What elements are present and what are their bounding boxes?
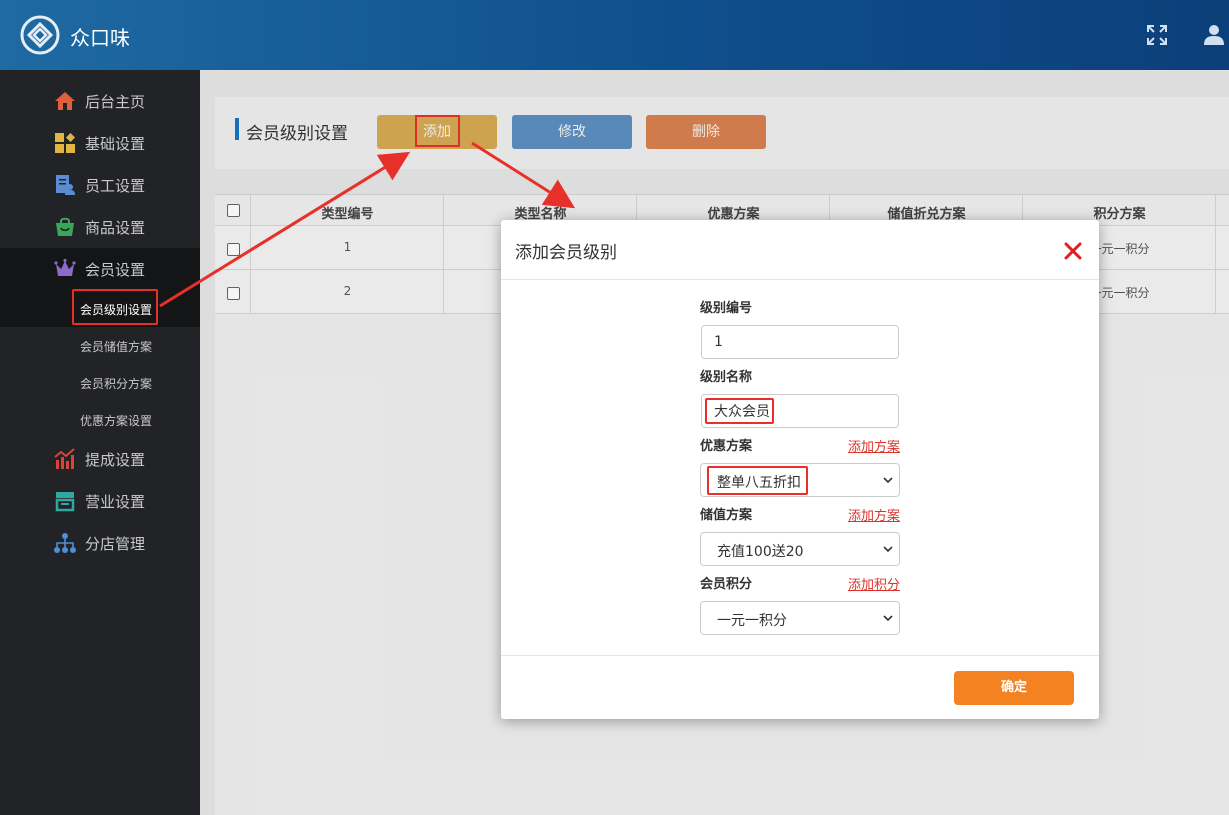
submenu-member-storage[interactable]: 会员储值方案 <box>0 327 200 364</box>
sidebar-item-label: 商品设置 <box>85 219 146 237</box>
sidebar-item-staff[interactable]: 员工设置 <box>0 164 200 206</box>
dialog-title: 添加会员级别 <box>515 243 617 263</box>
sidebar-item-basic-settings[interactable]: 基础设置 <box>0 122 200 164</box>
user-icon[interactable] <box>1203 24 1225 46</box>
chart-icon <box>54 448 75 469</box>
submenu-label: 会员储值方案 <box>80 340 153 354</box>
submenu-discount-settings[interactable]: 优惠方案设置 <box>0 401 200 438</box>
sidebar-item-commission[interactable]: 提成设置 <box>0 438 200 480</box>
member-points-label: 会员积分 <box>700 577 753 592</box>
sidebar-item-business[interactable]: 营业设置 <box>0 480 200 522</box>
branch-icon <box>54 533 76 553</box>
staff-icon <box>56 175 75 195</box>
chevron-down-icon <box>883 615 893 622</box>
sidebar-item-branches[interactable]: 分店管理 <box>0 522 200 564</box>
add-storage-plan-link[interactable]: 添加方案 <box>848 505 900 524</box>
storage-plan-label: 储值方案 <box>700 508 753 523</box>
sidebar-item-members[interactable]: 会员设置 <box>0 248 200 290</box>
sidebar-item-label: 会员设置 <box>85 261 146 279</box>
sidebar-item-label: 提成设置 <box>85 451 146 469</box>
logo-icon <box>20 15 60 55</box>
sidebar-item-label: 营业设置 <box>85 493 146 511</box>
close-icon[interactable] <box>1063 241 1083 261</box>
dialog-divider <box>501 279 1099 280</box>
annotation-box <box>705 398 774 424</box>
chevron-down-icon <box>883 546 893 553</box>
confirm-button[interactable]: 确定 <box>954 671 1074 705</box>
sidebar-item-label: 分店管理 <box>85 535 146 553</box>
annotation-box <box>72 289 158 325</box>
submenu-label: 会员积分方案 <box>80 377 153 391</box>
add-discount-plan-link[interactable]: 添加方案 <box>848 436 900 455</box>
annotation-box <box>707 466 808 495</box>
chevron-down-icon <box>883 477 893 484</box>
store-icon <box>55 492 75 512</box>
submenu-label: 优惠方案设置 <box>80 414 153 428</box>
selected-value: 充值100送20 <box>717 544 804 560</box>
level-number-input[interactable] <box>701 325 899 359</box>
app-title: 众口味 <box>70 26 130 50</box>
sidebar-item-home[interactable]: 后台主页 <box>0 80 200 122</box>
top-header: 众口味 <box>0 0 1229 70</box>
crown-icon <box>54 258 76 276</box>
sidebar-item-products[interactable]: 商品设置 <box>0 206 200 248</box>
add-points-link[interactable]: 添加积分 <box>848 574 900 593</box>
dialog-divider <box>501 655 1099 656</box>
selected-value: 一元一积分 <box>717 613 787 629</box>
grid-settings-icon <box>55 133 75 153</box>
sidebar-item-label: 后台主页 <box>85 93 146 111</box>
level-number-label: 级别编号 <box>700 301 753 316</box>
shopping-bag-icon <box>56 217 74 236</box>
discount-plan-label: 优惠方案 <box>700 439 753 454</box>
submenu-member-points[interactable]: 会员积分方案 <box>0 364 200 401</box>
fullscreen-icon[interactable] <box>1146 24 1168 46</box>
storage-plan-select[interactable]: 充值100送20 <box>700 532 900 566</box>
sidebar-item-label: 员工设置 <box>85 177 146 195</box>
points-plan-select[interactable]: 一元一积分 <box>700 601 900 635</box>
level-name-label: 级别名称 <box>700 370 753 385</box>
home-icon <box>55 92 75 110</box>
sidebar-item-label: 基础设置 <box>85 135 146 153</box>
